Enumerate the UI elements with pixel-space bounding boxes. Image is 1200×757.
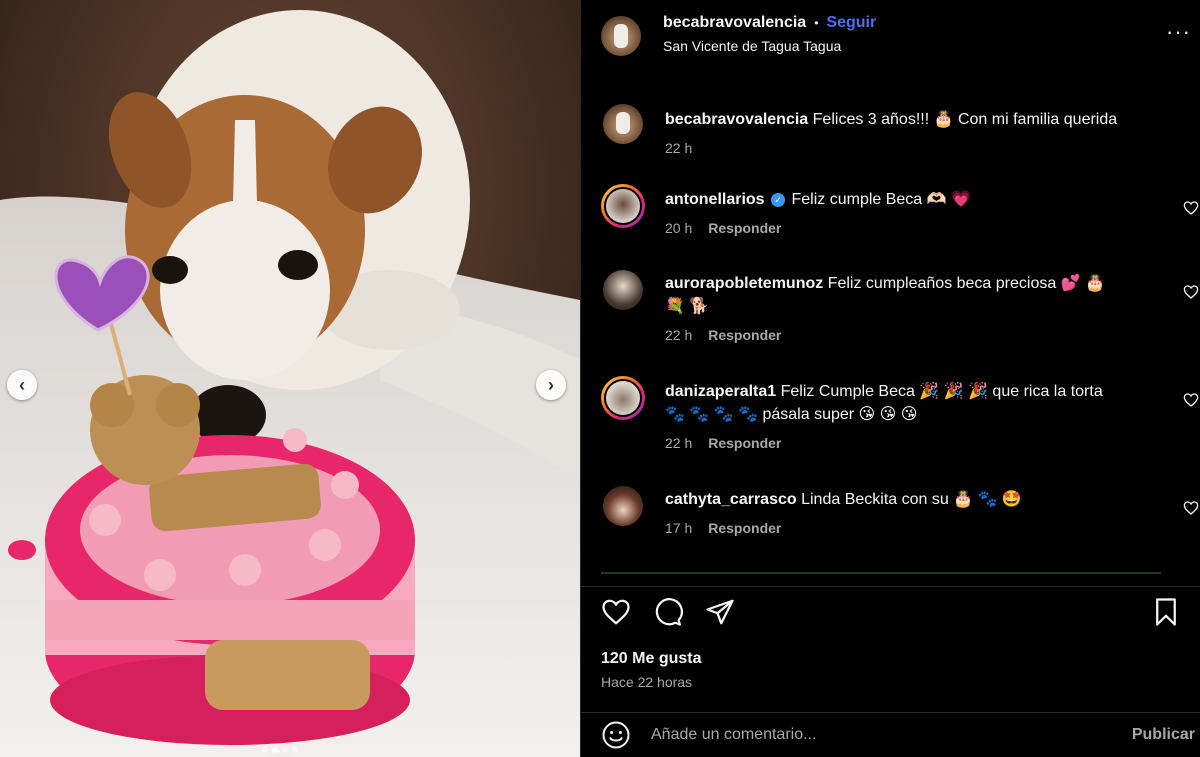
comment-text-line2: 💐 🐕 bbox=[665, 298, 710, 315]
post-timestamp[interactable]: Hace 22 horas bbox=[601, 674, 692, 690]
carousel-indicator bbox=[262, 747, 298, 753]
comment-time[interactable]: 22 h bbox=[665, 324, 692, 347]
caption-time[interactable]: 22 h bbox=[665, 137, 692, 160]
like-comment-icon[interactable] bbox=[1183, 500, 1199, 516]
share-icon[interactable] bbox=[705, 597, 735, 627]
verified-badge-icon: ✓ bbox=[771, 193, 786, 207]
likes-count[interactable]: 120 Me gusta bbox=[601, 650, 701, 668]
comment-time[interactable]: 17 h bbox=[665, 517, 692, 540]
comment-text: Linda Beckita con su 🎂 🐾 🤩 bbox=[801, 491, 1022, 508]
carousel-prev-button[interactable]: ‹ bbox=[7, 370, 37, 400]
comment-username[interactable]: antonellarios bbox=[665, 191, 765, 208]
carousel-dot bbox=[262, 747, 268, 753]
caption-username[interactable]: becabravovalencia bbox=[665, 111, 808, 128]
author-avatar[interactable] bbox=[601, 16, 641, 56]
reply-button[interactable]: Responder bbox=[708, 432, 781, 455]
commenter-avatar[interactable] bbox=[601, 268, 645, 312]
comment-icon[interactable] bbox=[653, 597, 683, 627]
carousel-next-button[interactable]: › bbox=[536, 370, 566, 400]
comment-text: Feliz cumple Beca 🫶🏻 💗 bbox=[791, 191, 971, 208]
carousel-dot-active bbox=[272, 747, 278, 753]
post-photo[interactable]: ‹ › bbox=[0, 0, 580, 757]
reply-button[interactable]: Responder bbox=[708, 324, 781, 347]
comment-time[interactable]: 20 h bbox=[665, 217, 692, 240]
like-comment-icon[interactable] bbox=[1183, 284, 1199, 300]
next-comment-cutoff bbox=[601, 572, 1161, 576]
commenter-avatar[interactable] bbox=[601, 376, 645, 420]
like-comment-icon[interactable] bbox=[1183, 392, 1199, 408]
like-comment-icon[interactable] bbox=[1183, 200, 1199, 216]
reply-button[interactable]: Responder bbox=[708, 217, 781, 240]
emoji-picker-icon[interactable] bbox=[601, 720, 631, 750]
comment-composer: Publicar bbox=[581, 712, 1200, 757]
like-icon[interactable] bbox=[601, 597, 631, 627]
comment-input[interactable] bbox=[651, 726, 1091, 744]
commenter-avatar[interactable] bbox=[601, 184, 645, 228]
post-modal: ‹ › becabravovalencia • Seguir San Vicen… bbox=[0, 0, 1200, 757]
caption-avatar[interactable] bbox=[601, 102, 645, 146]
author-username[interactable]: becabravovalencia bbox=[663, 14, 806, 32]
save-bookmark-icon[interactable] bbox=[1151, 597, 1181, 627]
more-options-icon[interactable]: ··· bbox=[1166, 21, 1191, 43]
post-header: becabravovalencia • Seguir San Vicente d… bbox=[581, 0, 1200, 72]
carousel-dot bbox=[282, 747, 288, 753]
comment-time[interactable]: 22 h bbox=[665, 432, 692, 455]
comment-text: Feliz Cumple Beca 🎉 🎉 🎉 que rica la tort… bbox=[780, 383, 1103, 400]
comment-text-line2: 🐾 🐾 🐾 🐾 pásala super 😘 😘 😘 bbox=[665, 406, 918, 423]
publish-button[interactable]: Publicar bbox=[1132, 726, 1195, 744]
carousel-dot bbox=[292, 747, 298, 753]
comment-text: Feliz cumpleaños beca preciosa 💕 🎂 bbox=[827, 275, 1105, 292]
separator-dot: • bbox=[814, 16, 819, 30]
caption-text: Felices 3 años!!! 🎂 Con mi familia queri… bbox=[812, 111, 1118, 128]
post-side-panel: becabravovalencia • Seguir San Vicente d… bbox=[580, 0, 1200, 757]
comment-username[interactable]: danizaperalta1 bbox=[665, 383, 776, 400]
dog-with-cake-image bbox=[0, 0, 580, 757]
reply-button[interactable]: Responder bbox=[708, 517, 781, 540]
follow-button[interactable]: Seguir bbox=[826, 14, 876, 32]
comment-username[interactable]: cathyta_carrasco bbox=[665, 491, 797, 508]
comments-list[interactable]: becabravovalencia Felices 3 años!!! 🎂 Co… bbox=[581, 90, 1200, 576]
commenter-avatar[interactable] bbox=[601, 484, 645, 528]
comment-username[interactable]: aurorapobletemunoz bbox=[665, 275, 823, 292]
post-actions-bar bbox=[581, 586, 1200, 634]
post-location[interactable]: San Vicente de Tagua Tagua bbox=[663, 38, 876, 54]
